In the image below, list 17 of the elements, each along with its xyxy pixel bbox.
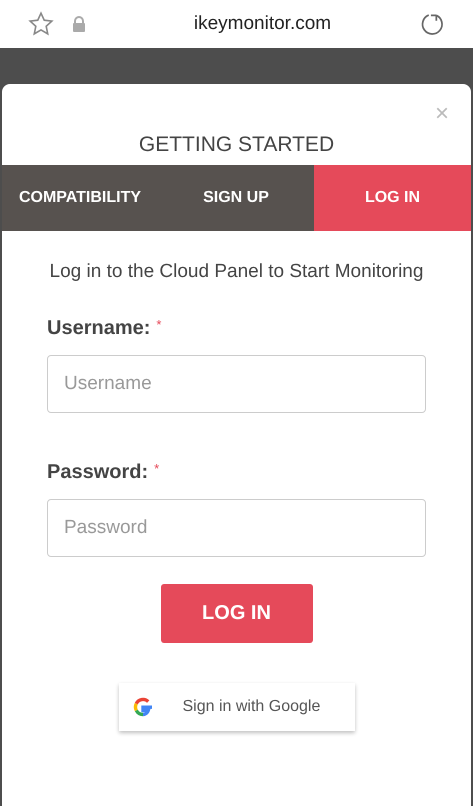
- tab[interactable]: SIGN UP: [158, 165, 314, 231]
- google-logo-icon: [130, 695, 154, 719]
- required-mark: *: [156, 317, 162, 332]
- tab[interactable]: COMPATIBILITY: [2, 165, 158, 231]
- input-field[interactable]: Password: [47, 499, 426, 557]
- star-icon[interactable]: [28, 11, 54, 37]
- input-field[interactable]: Username: [47, 355, 426, 413]
- lock-icon: [72, 16, 86, 32]
- google-signin-button[interactable]: Sign in with Google: [118, 683, 354, 731]
- login-heading: Log in to the Cloud Panel to Start Monitoring: [48, 261, 424, 283]
- required-mark: *: [154, 461, 160, 476]
- login-button[interactable]: LOG IN: [160, 584, 312, 643]
- field-label: Password:: [47, 461, 148, 484]
- url-text[interactable]: ikeymonitor.com: [124, 13, 401, 35]
- tab[interactable]: LOG IN: [314, 165, 471, 231]
- modal-title: GETTING STARTED: [138, 133, 334, 158]
- field-label: Username:: [47, 317, 150, 340]
